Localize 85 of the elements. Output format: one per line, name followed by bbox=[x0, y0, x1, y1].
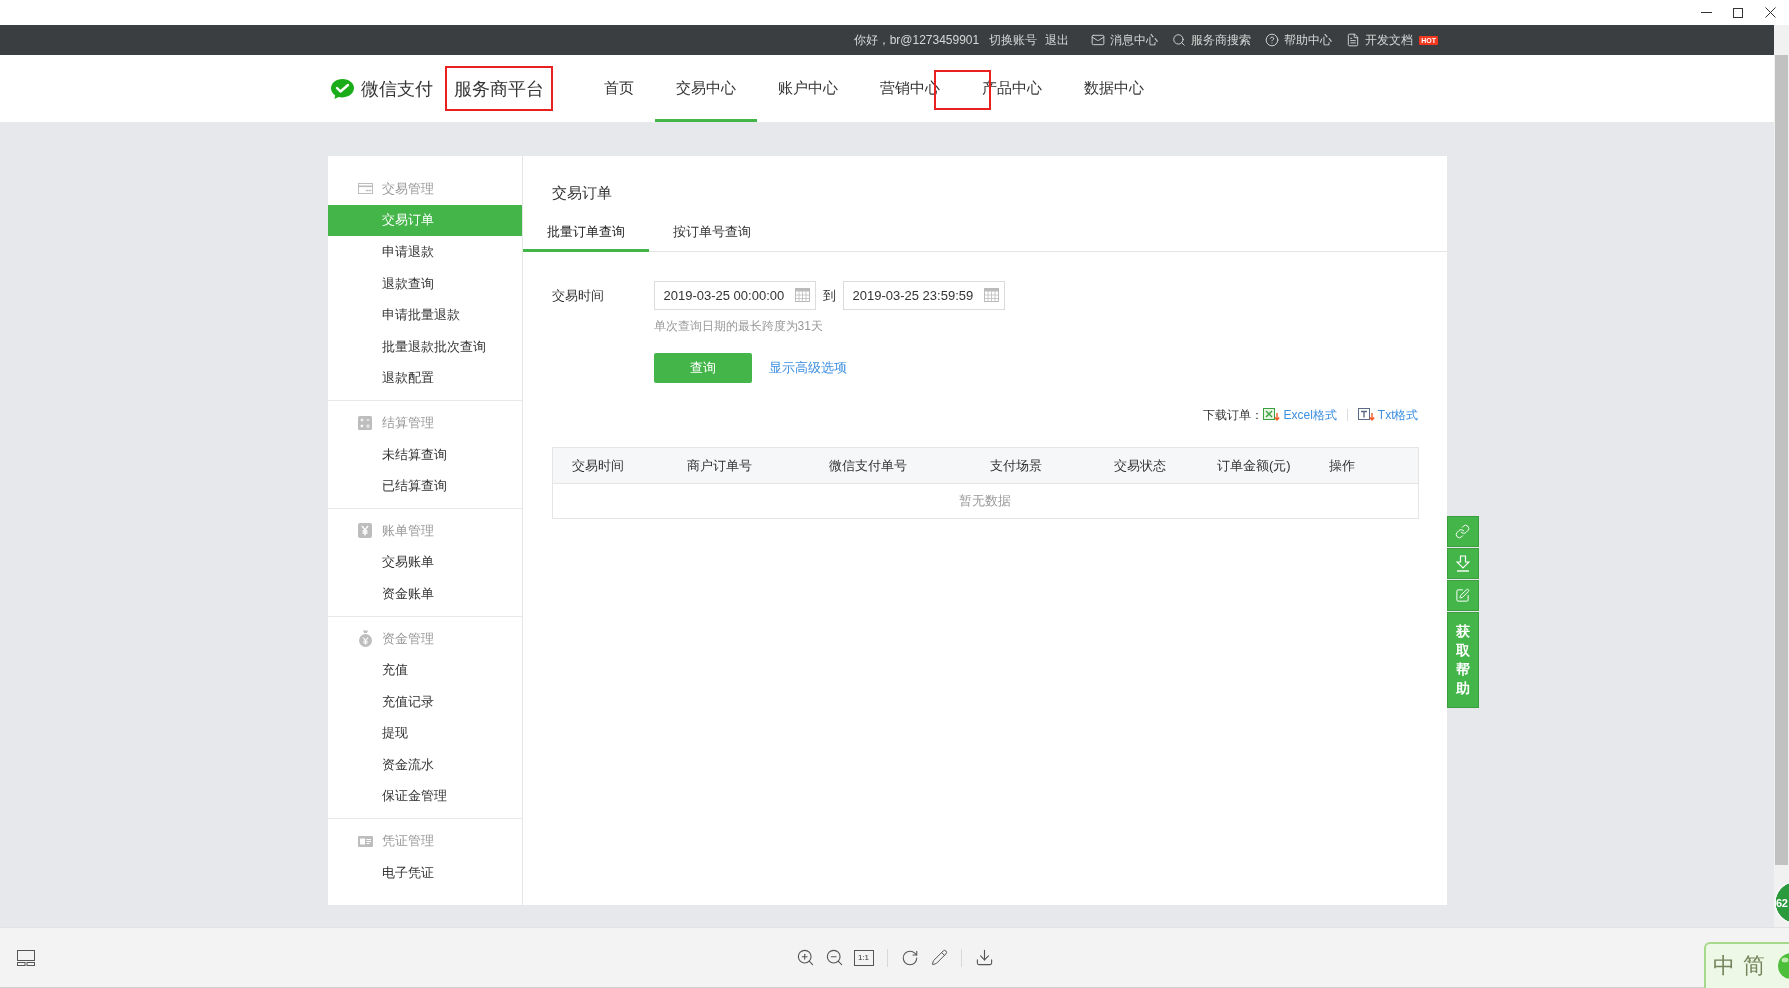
search-link[interactable]: 服务商搜索 bbox=[1172, 31, 1252, 49]
sidebar-item[interactable]: 退款查询 bbox=[327, 267, 522, 300]
input-mode-label[interactable]: 中 bbox=[1713, 954, 1735, 978]
nav-tab[interactable]: 数据中心 bbox=[1063, 55, 1165, 122]
spreadsheet-download-icon bbox=[1263, 408, 1281, 422]
column-header: 交易时间 bbox=[571, 456, 624, 475]
yen-icon bbox=[358, 523, 372, 539]
sidebar-item[interactable]: 资金流水 bbox=[327, 749, 522, 781]
edit-icon bbox=[1455, 588, 1470, 603]
group-title: 交易管理 bbox=[381, 179, 434, 198]
hint-text: 单次查询日期的最长跨度为31天 bbox=[653, 318, 823, 334]
column-header: 支付场景 bbox=[989, 456, 1042, 475]
calendar-icon bbox=[983, 288, 999, 302]
sidebar-item[interactable]: 充值记录 bbox=[327, 685, 522, 718]
download-icon bbox=[1455, 555, 1470, 572]
sidebar-item[interactable]: 电子凭证 bbox=[327, 856, 522, 889]
sidebar-item[interactable]: 充值 bbox=[327, 654, 522, 686]
messages-link[interactable]: 消息中心 bbox=[1091, 31, 1159, 49]
zoom-out-icon[interactable] bbox=[824, 948, 844, 967]
range-separator: 到 bbox=[822, 286, 836, 305]
help-icon bbox=[1265, 33, 1280, 47]
rotate-icon[interactable] bbox=[900, 948, 919, 967]
field-label: 交易时间 bbox=[551, 286, 604, 305]
link-icon bbox=[1455, 524, 1470, 539]
start-time-field[interactable]: 2019-03-25 00:00:00 bbox=[653, 281, 816, 310]
account-link[interactable]: 退出 bbox=[1045, 31, 1070, 49]
search-icon bbox=[1172, 33, 1187, 47]
input-mode-label[interactable]: 简 bbox=[1743, 954, 1765, 978]
mail-icon bbox=[1091, 33, 1106, 47]
platform-name: 服务商平台 bbox=[454, 77, 544, 101]
column-header: 操作 bbox=[1328, 456, 1355, 475]
empty-text: 暂无数据 bbox=[959, 492, 1011, 510]
money-bag-icon bbox=[357, 630, 373, 647]
calculator-icon bbox=[358, 415, 372, 430]
column-header: 交易状态 bbox=[1114, 456, 1167, 475]
sidebar-item[interactable]: 已结算查询 bbox=[327, 470, 522, 502]
calendar-icon bbox=[794, 288, 810, 302]
sidebar-item[interactable]: 交易账单 bbox=[327, 546, 522, 579]
pencil-icon[interactable] bbox=[930, 949, 948, 966]
end-time-field[interactable]: 2019-03-25 23:59:59 bbox=[842, 281, 1005, 310]
nav-tab[interactable]: 交易中心 bbox=[655, 55, 757, 122]
text-file-download-icon bbox=[1357, 408, 1375, 422]
id-card-icon bbox=[357, 835, 373, 847]
sidebar-item[interactable]: 批量退款批次查询 bbox=[327, 330, 522, 363]
greeting-text: 你好，br@1273459901 bbox=[853, 31, 980, 49]
nav-tab[interactable]: 首页 bbox=[583, 55, 655, 122]
link-button[interactable] bbox=[1446, 516, 1479, 547]
page-title: 交易订单 bbox=[551, 183, 612, 203]
group-title: 结算管理 bbox=[381, 413, 434, 432]
query-tab[interactable]: 批量订单查询 bbox=[522, 212, 649, 252]
sidebar-item[interactable]: 退款配置 bbox=[327, 362, 522, 395]
download-link[interactable]: Excel格式 bbox=[1263, 406, 1337, 424]
download-button[interactable] bbox=[1446, 548, 1479, 579]
sidebar-item[interactable]: 未结算查询 bbox=[327, 438, 522, 471]
sidebar-item[interactable]: 申请批量退款 bbox=[327, 299, 522, 331]
sidebar-item[interactable]: 资金账单 bbox=[327, 578, 522, 610]
download-link[interactable]: Txt格式 bbox=[1357, 406, 1419, 424]
scrollbar-thumb[interactable] bbox=[1775, 55, 1788, 865]
edit-button[interactable] bbox=[1446, 580, 1479, 611]
group-title: 账单管理 bbox=[381, 521, 434, 540]
card-icon bbox=[357, 183, 373, 195]
actual-size-button[interactable]: 1:1 bbox=[853, 949, 874, 966]
sidebar-item[interactable]: 保证金管理 bbox=[327, 780, 522, 813]
close-icon[interactable] bbox=[1764, 7, 1776, 18]
zoom-in-icon[interactable] bbox=[795, 948, 815, 967]
download-icon[interactable] bbox=[974, 948, 994, 967]
sidebar-item[interactable]: 提现 bbox=[327, 717, 522, 750]
logo-text: 微信支付 bbox=[361, 77, 433, 101]
group-title: 凭证管理 bbox=[381, 832, 434, 851]
account-link[interactable]: 切换账号 bbox=[989, 31, 1038, 49]
sidebar-item[interactable]: 申请退款 bbox=[327, 236, 522, 268]
nav-tab[interactable]: 账户中心 bbox=[757, 55, 859, 122]
maximize-icon[interactable] bbox=[1733, 7, 1743, 18]
advanced-options-link[interactable]: 显示高级选项 bbox=[768, 359, 847, 377]
group-title: 资金管理 bbox=[381, 629, 434, 648]
column-header: 订单金额(元) bbox=[1217, 456, 1291, 475]
thumbnails-icon[interactable] bbox=[17, 949, 35, 966]
download-label: 下载订单： bbox=[1203, 406, 1264, 424]
minimize-icon[interactable] bbox=[1700, 12, 1712, 13]
column-header: 商户订单号 bbox=[687, 456, 753, 475]
help-link[interactable]: 帮助中心 bbox=[1265, 31, 1333, 49]
query-tab[interactable]: 按订单号查询 bbox=[648, 212, 775, 252]
document-icon bbox=[1346, 33, 1361, 47]
check-bubble-icon bbox=[330, 77, 355, 100]
column-header: 微信支付单号 bbox=[828, 456, 907, 475]
